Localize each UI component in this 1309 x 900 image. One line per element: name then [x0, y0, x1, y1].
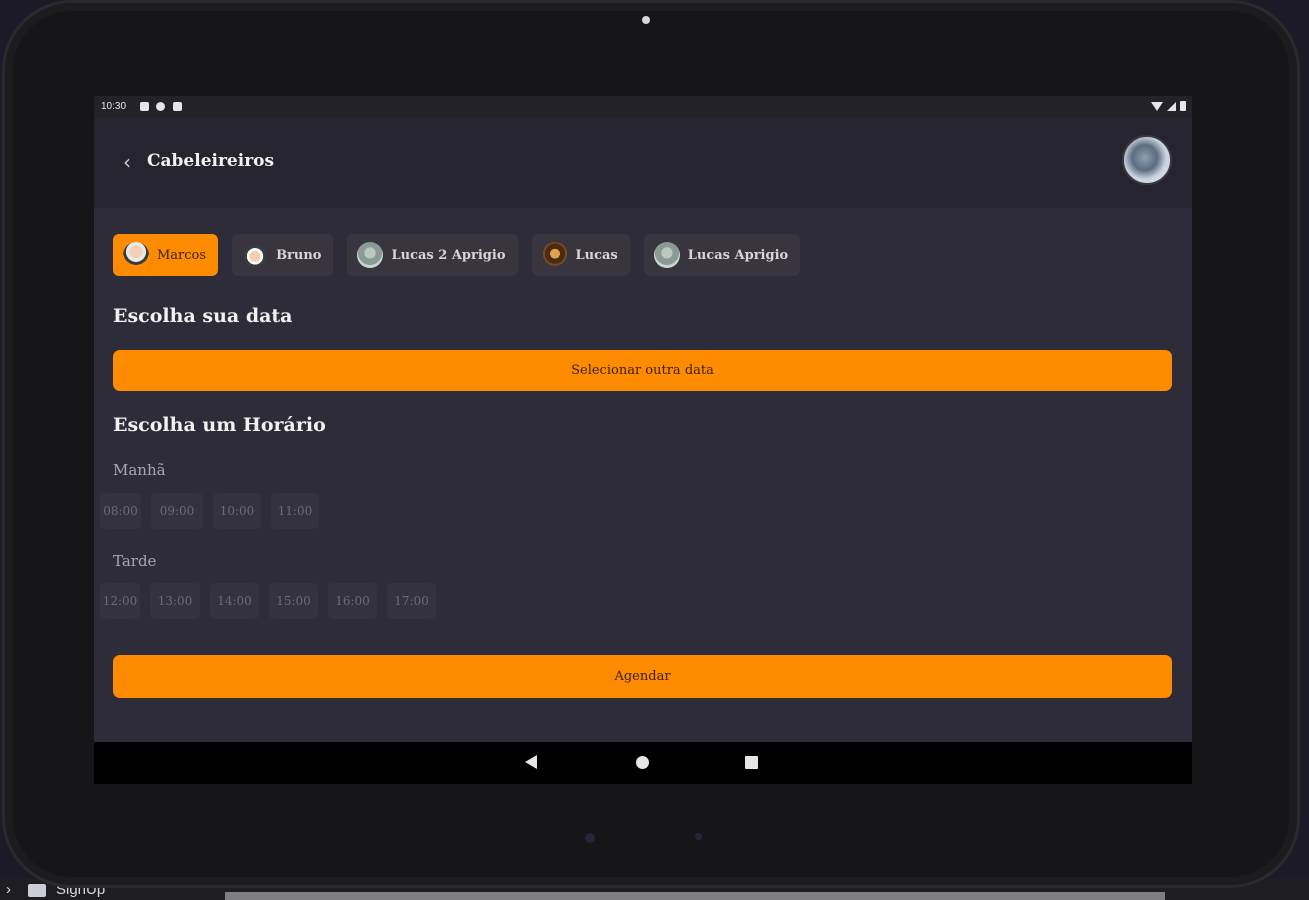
- sensor-icon: [585, 833, 595, 843]
- user-avatar[interactable]: [1122, 135, 1172, 185]
- time-slot[interactable]: 08:00: [100, 493, 141, 529]
- app-bar: ‹ Cabeleireiros: [94, 118, 1192, 208]
- afternoon-label: Tarde: [113, 552, 157, 570]
- chevron-left-icon: ‹: [123, 150, 131, 174]
- date-section-title: Escolha sua data: [113, 305, 293, 327]
- time-slot[interactable]: 10:00: [213, 493, 261, 529]
- signal-icon: [1167, 101, 1176, 111]
- status-bar: 10:30: [94, 96, 1192, 118]
- page-title: Cabeleireiros: [147, 151, 275, 171]
- folder-icon: [28, 884, 46, 897]
- battery-icon: [1180, 101, 1186, 111]
- notification-icon: [140, 102, 149, 111]
- status-time: 10:30: [101, 101, 127, 112]
- time-slot[interactable]: 12:00: [100, 583, 140, 619]
- barber-avatar: [242, 242, 269, 268]
- barber-name: Lucas Aprigio: [687, 247, 789, 263]
- barber-name: Marcos: [157, 247, 207, 263]
- barber-avatar: [123, 242, 149, 268]
- barber-avatar: [357, 242, 384, 268]
- sensor-icon: [695, 833, 702, 840]
- barber-chip-marcos[interactable]: Marcos: [113, 234, 219, 276]
- camera-icon: [642, 16, 650, 24]
- back-button[interactable]: ‹: [114, 148, 140, 176]
- app-screen: 10:30 ‹ Cabeleireiros Marcos Bruno Lucas…: [94, 96, 1192, 784]
- log-text-strip: [225, 892, 1165, 900]
- clipboard-icon: [173, 102, 182, 111]
- barber-chip-lucas-aprigio[interactable]: Lucas Aprigio: [643, 234, 801, 276]
- nav-home-icon[interactable]: [636, 756, 649, 769]
- time-slot[interactable]: 14:00: [210, 583, 259, 619]
- barber-selector: Marcos Bruno Lucas 2 Aprigio Lucas Lucas…: [113, 234, 801, 276]
- time-slot[interactable]: 11:00: [271, 493, 319, 529]
- time-slot[interactable]: 13:00: [150, 583, 200, 619]
- time-slot[interactable]: 17:00: [387, 583, 436, 619]
- android-nav-bar: [94, 742, 1192, 784]
- morning-slots: 08:00 09:00 10:00 11:00: [100, 493, 319, 529]
- barber-avatar: [541, 242, 568, 268]
- select-date-button[interactable]: Selecionar outra data: [113, 350, 1172, 391]
- time-slot[interactable]: 16:00: [328, 583, 377, 619]
- barber-chip-lucas[interactable]: Lucas: [531, 234, 630, 276]
- nav-back-icon[interactable]: [525, 755, 537, 769]
- schedule-button[interactable]: Agendar: [113, 655, 1172, 698]
- afternoon-slots: 12:00 13:00 14:00 15:00 16:00 17:00: [100, 583, 436, 619]
- sync-icon: [156, 102, 165, 111]
- status-indicators: [1151, 101, 1186, 111]
- barber-chip-lucas-2-aprigio[interactable]: Lucas 2 Aprigio: [347, 234, 518, 276]
- time-slot[interactable]: 09:00: [151, 493, 203, 529]
- wifi-icon: [1151, 101, 1163, 111]
- barber-name: Bruno: [276, 247, 322, 263]
- chevron-right-icon[interactable]: ›: [6, 881, 11, 898]
- barber-chip-bruno[interactable]: Bruno: [232, 234, 334, 276]
- barber-name: Lucas 2 Aprigio: [391, 247, 506, 263]
- morning-label: Manhã: [113, 461, 166, 479]
- time-slot[interactable]: 15:00: [269, 583, 318, 619]
- nav-recents-icon[interactable]: [745, 756, 758, 769]
- time-section-title: Escolha um Horário: [113, 414, 326, 436]
- barber-name: Lucas: [575, 247, 618, 263]
- barber-avatar: [653, 242, 680, 268]
